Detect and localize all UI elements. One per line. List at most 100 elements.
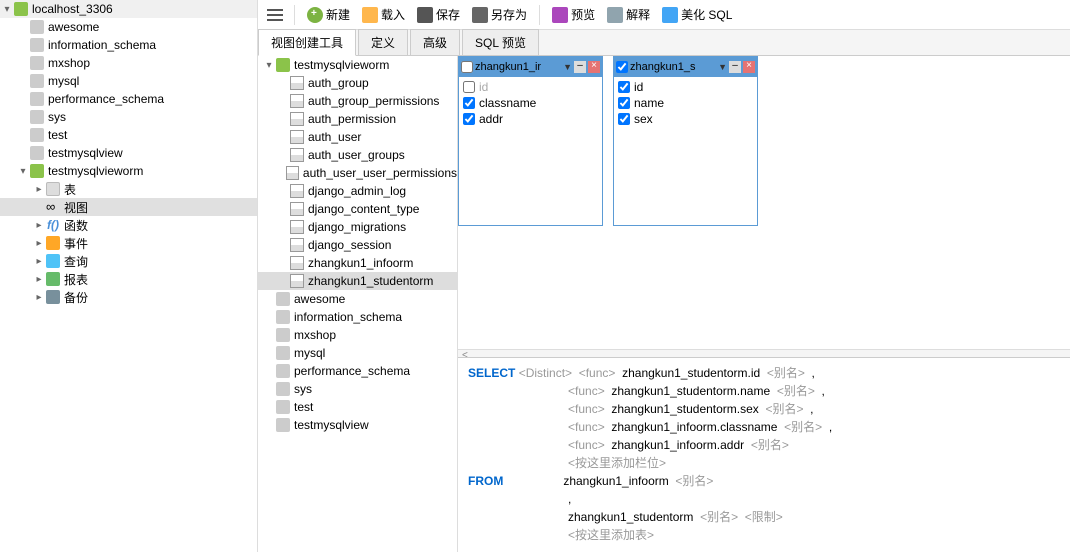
mid-db-item[interactable]: mysql xyxy=(258,344,457,362)
chevron-down-icon[interactable]: ▾ xyxy=(0,4,14,15)
events-node[interactable]: ▸事件 xyxy=(0,234,257,252)
design-canvas[interactable]: zhangkun1_ir ▼ – × id classname addr xyxy=(458,56,1070,349)
field-row[interactable]: sex xyxy=(616,111,755,127)
db-node[interactable]: sys xyxy=(0,108,257,126)
chevron-icon[interactable]: ▸ xyxy=(32,184,46,195)
save-button[interactable]: 保存 xyxy=(413,4,464,25)
mid-db-item[interactable]: testmysqlview xyxy=(258,416,457,434)
queries-node[interactable]: ▸查询 xyxy=(0,252,257,270)
tab-view-builder[interactable]: 视图创建工具 xyxy=(258,29,356,56)
table-box-header[interactable]: zhangkun1_s ▼ – × xyxy=(614,57,757,77)
mid-db-item[interactable]: test xyxy=(258,398,457,416)
table-icon xyxy=(286,166,298,180)
beautify-icon xyxy=(662,7,678,23)
tab-sql-preview[interactable]: SQL 预览 xyxy=(462,29,539,55)
chevron-down-icon[interactable]: ▾ xyxy=(262,60,276,71)
load-button[interactable]: 载入 xyxy=(358,4,409,25)
minimize-icon[interactable]: – xyxy=(729,61,741,73)
close-icon[interactable]: × xyxy=(743,61,755,73)
field-row[interactable]: id xyxy=(461,79,600,95)
mid-table-item[interactable]: auth_permission xyxy=(258,110,457,128)
field-checkbox[interactable] xyxy=(618,81,630,93)
db-node[interactable]: test xyxy=(0,126,257,144)
mid-db-item[interactable]: performance_schema xyxy=(258,362,457,380)
field-checkbox[interactable] xyxy=(618,97,630,109)
chevron-icon[interactable]: ▸ xyxy=(32,220,46,231)
mid-table-item[interactable]: django_content_type xyxy=(258,200,457,218)
connection-tree[interactable]: ▾ localhost_3306 awesome information_sch… xyxy=(0,0,258,552)
new-button[interactable]: 新建 xyxy=(303,4,354,25)
db-node[interactable]: awesome xyxy=(0,18,257,36)
function-icon: f() xyxy=(46,218,60,232)
field-checkbox[interactable] xyxy=(463,81,475,93)
field-row[interactable]: classname xyxy=(461,95,600,111)
field-row[interactable]: name xyxy=(616,95,755,111)
connection-node[interactable]: ▾ localhost_3306 xyxy=(0,0,257,18)
view-icon: ∞ xyxy=(46,200,60,214)
mid-db-item[interactable]: mxshop xyxy=(258,326,457,344)
field-row[interactable]: id xyxy=(616,79,755,95)
mid-db-node[interactable]: ▾ testmysqlvieworm xyxy=(258,56,457,74)
database-icon xyxy=(30,146,44,160)
preview-button[interactable]: 预览 xyxy=(548,4,599,25)
db-node[interactable]: mysql xyxy=(0,72,257,90)
table-icon xyxy=(290,94,304,108)
saveas-button[interactable]: 另存为 xyxy=(468,4,531,25)
db-node[interactable]: testmysqlview xyxy=(0,144,257,162)
db-node[interactable]: mxshop xyxy=(0,54,257,72)
chevron-icon[interactable]: ▸ xyxy=(32,256,46,267)
mid-table-item[interactable]: auth_user xyxy=(258,128,457,146)
mid-table-item[interactable]: django_migrations xyxy=(258,218,457,236)
dropdown-icon[interactable]: ▼ xyxy=(563,62,572,72)
reports-node[interactable]: ▸报表 xyxy=(0,270,257,288)
field-checkbox[interactable] xyxy=(618,113,630,125)
views-node[interactable]: ∞视图 xyxy=(0,198,257,216)
tab-advanced[interactable]: 高级 xyxy=(410,29,460,55)
mid-db-item[interactable]: sys xyxy=(258,380,457,398)
minimize-icon[interactable]: – xyxy=(574,61,586,73)
dropdown-icon[interactable]: ▼ xyxy=(718,62,727,72)
database-icon xyxy=(276,382,290,396)
chevron-icon[interactable]: ▸ xyxy=(32,292,46,303)
mid-table-item[interactable]: auth_group xyxy=(258,74,457,92)
select-all-checkbox[interactable] xyxy=(616,61,628,73)
mid-table-item-selected[interactable]: zhangkun1_studentorm xyxy=(258,272,457,290)
mid-table-item[interactable]: zhangkun1_infoorm xyxy=(258,254,457,272)
db-node[interactable]: performance_schema xyxy=(0,90,257,108)
object-tree[interactable]: ▾ testmysqlvieworm auth_group auth_group… xyxy=(258,56,458,552)
chevron-icon[interactable]: ▸ xyxy=(32,238,46,249)
backups-node[interactable]: ▸备份 xyxy=(0,288,257,306)
field-row[interactable]: addr xyxy=(461,111,600,127)
field-checkbox[interactable] xyxy=(463,113,475,125)
splitter-handle[interactable]: < xyxy=(458,349,1070,357)
chevron-icon[interactable]: ▸ xyxy=(32,274,46,285)
database-icon xyxy=(30,92,44,106)
mid-table-item[interactable]: auth_user_user_permissions xyxy=(258,164,457,182)
tab-definition[interactable]: 定义 xyxy=(358,29,408,55)
select-all-checkbox[interactable] xyxy=(461,61,473,73)
close-icon[interactable]: × xyxy=(588,61,600,73)
mid-table-item[interactable]: django_session xyxy=(258,236,457,254)
field-checkbox[interactable] xyxy=(463,97,475,109)
mid-table-item[interactable]: auth_group_permissions xyxy=(258,92,457,110)
beautify-button[interactable]: 美化 SQL xyxy=(658,4,736,25)
table-box-infoorm[interactable]: zhangkun1_ir ▼ – × id classname addr xyxy=(458,56,603,226)
mid-db-item[interactable]: awesome xyxy=(258,290,457,308)
mid-table-item[interactable]: django_admin_log xyxy=(258,182,457,200)
menu-icon[interactable] xyxy=(264,4,286,26)
sql-panel[interactable]: SELECT <Distinct> <func> zhangkun1_stude… xyxy=(458,357,1070,552)
query-icon xyxy=(46,254,60,268)
chevron-down-icon[interactable]: ▾ xyxy=(16,166,30,177)
mid-table-item[interactable]: auth_user_groups xyxy=(258,146,457,164)
explain-button[interactable]: 解释 xyxy=(603,4,654,25)
functions-node[interactable]: ▸f()函数 xyxy=(0,216,257,234)
tables-node[interactable]: ▸表 xyxy=(0,180,257,198)
database-icon xyxy=(276,418,290,432)
table-box-header[interactable]: zhangkun1_ir ▼ – × xyxy=(459,57,602,77)
db-node[interactable]: information_schema xyxy=(0,36,257,54)
database-icon xyxy=(276,346,290,360)
table-icon xyxy=(290,238,304,252)
table-box-studentorm[interactable]: zhangkun1_s ▼ – × id name sex xyxy=(613,56,758,226)
mid-db-item[interactable]: information_schema xyxy=(258,308,457,326)
db-node-active[interactable]: ▾ testmysqlvieworm xyxy=(0,162,257,180)
